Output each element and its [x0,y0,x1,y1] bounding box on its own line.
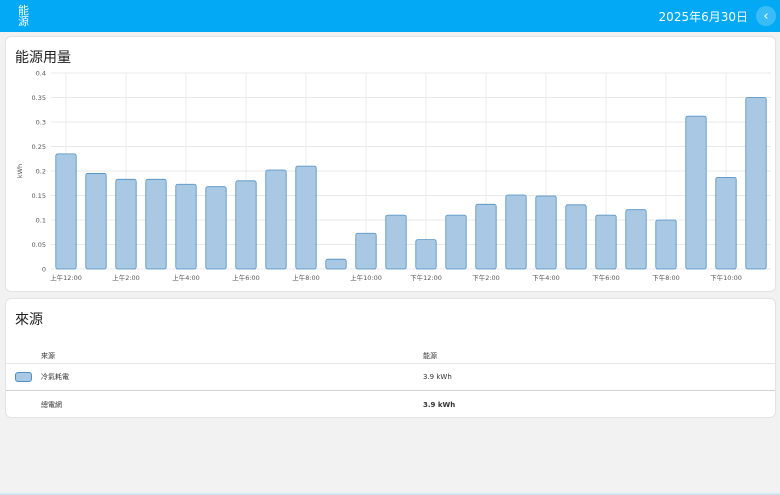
x-tick-label: 下午10:00 [710,273,742,282]
y-tick-label: 0.05 [32,241,46,249]
sources-card: 來源 來源 能源 冷氣耗電 3.9 kWh 總電網 3.9 kWh [5,298,776,418]
table-row[interactable]: 冷氣耗電 3.9 kWh [6,363,775,391]
app-title: 能源 [18,4,29,28]
y-tick-label: 0.35 [32,94,46,102]
bar[interactable] [235,180,257,270]
bar[interactable] [655,219,677,270]
energy-usage-card: 能源用量 0 0.05 0.1 0.15 0.2 0.25 0.3 0.35 0.4 上午12:0… [5,36,776,292]
bar[interactable] [625,209,647,270]
chevron-left-icon: ‹ [763,8,769,24]
top-app-bar: 能源 2025年6月30日 ‹ [0,0,780,32]
x-tick-label: 上午8:00 [292,273,320,282]
bar[interactable] [175,183,197,270]
y-tick-label: 0 [42,266,46,274]
previous-day-button[interactable]: ‹ [756,6,776,26]
x-tick-label: 下午12:00 [410,273,442,282]
x-tick-label: 下午6:00 [592,273,620,282]
x-tick-label: 下午2:00 [472,273,500,282]
bar[interactable] [535,195,557,270]
bar[interactable] [715,176,737,270]
bar[interactable] [265,169,287,270]
source-name: 冷氣耗電 [41,372,69,381]
sources-title: 來源 [15,312,43,328]
source-value: 3.9 kWh [423,372,452,381]
bar[interactable] [325,258,347,270]
bar[interactable] [475,203,497,270]
y-tick-label: 0.2 [36,168,46,176]
y-tick-label: 0.25 [32,143,46,151]
y-tick-label: 0.4 [36,70,46,78]
chart-bars [55,97,767,270]
legend-swatch-icon [15,371,32,382]
y-tick-label: 0.3 [36,119,46,127]
x-tick-label: 下午4:00 [532,273,560,282]
x-tick-label: 上午6:00 [232,273,260,282]
energy-usage-chart: 0 0.05 0.1 0.15 0.2 0.25 0.3 0.35 0.4 上午12:00 上午2:… [16,70,771,282]
date-label[interactable]: 2025年6月30日 [659,8,748,25]
bar[interactable] [355,232,377,270]
y-tick-label: 0.1 [36,217,46,225]
bar[interactable] [115,178,137,270]
sources-table-header: 來源 能源 [6,341,775,364]
y-tick-label: 0.15 [32,192,46,200]
bar[interactable] [565,204,587,270]
date-picker: 2025年6月30日 ‹ [659,6,776,26]
x-tick-label: 下午8:00 [652,273,680,282]
x-tick-label: 上午12:00 [50,273,82,282]
bar[interactable] [685,115,707,270]
bar[interactable] [145,178,167,270]
total-name: 總電網 [41,400,62,409]
bar[interactable] [745,97,767,270]
bar[interactable] [55,153,77,270]
bar[interactable] [595,214,617,270]
x-tick-label: 上午10:00 [350,273,382,282]
column-header-energy: 能源 [423,352,437,360]
total-value: 3.9 kWh [423,400,456,409]
bar[interactable] [445,214,467,270]
bar[interactable] [85,173,107,270]
y-axis-label: kWh [16,164,24,178]
bar[interactable] [385,214,407,270]
bar[interactable] [415,239,437,270]
total-row: 總電網 3.9 kWh [6,390,775,418]
bar[interactable] [505,194,527,270]
x-tick-label: 上午4:00 [172,273,200,282]
bar[interactable] [295,165,317,270]
column-header-source: 來源 [41,352,55,360]
bar[interactable] [205,186,227,270]
x-tick-label: 上午2:00 [112,273,140,282]
